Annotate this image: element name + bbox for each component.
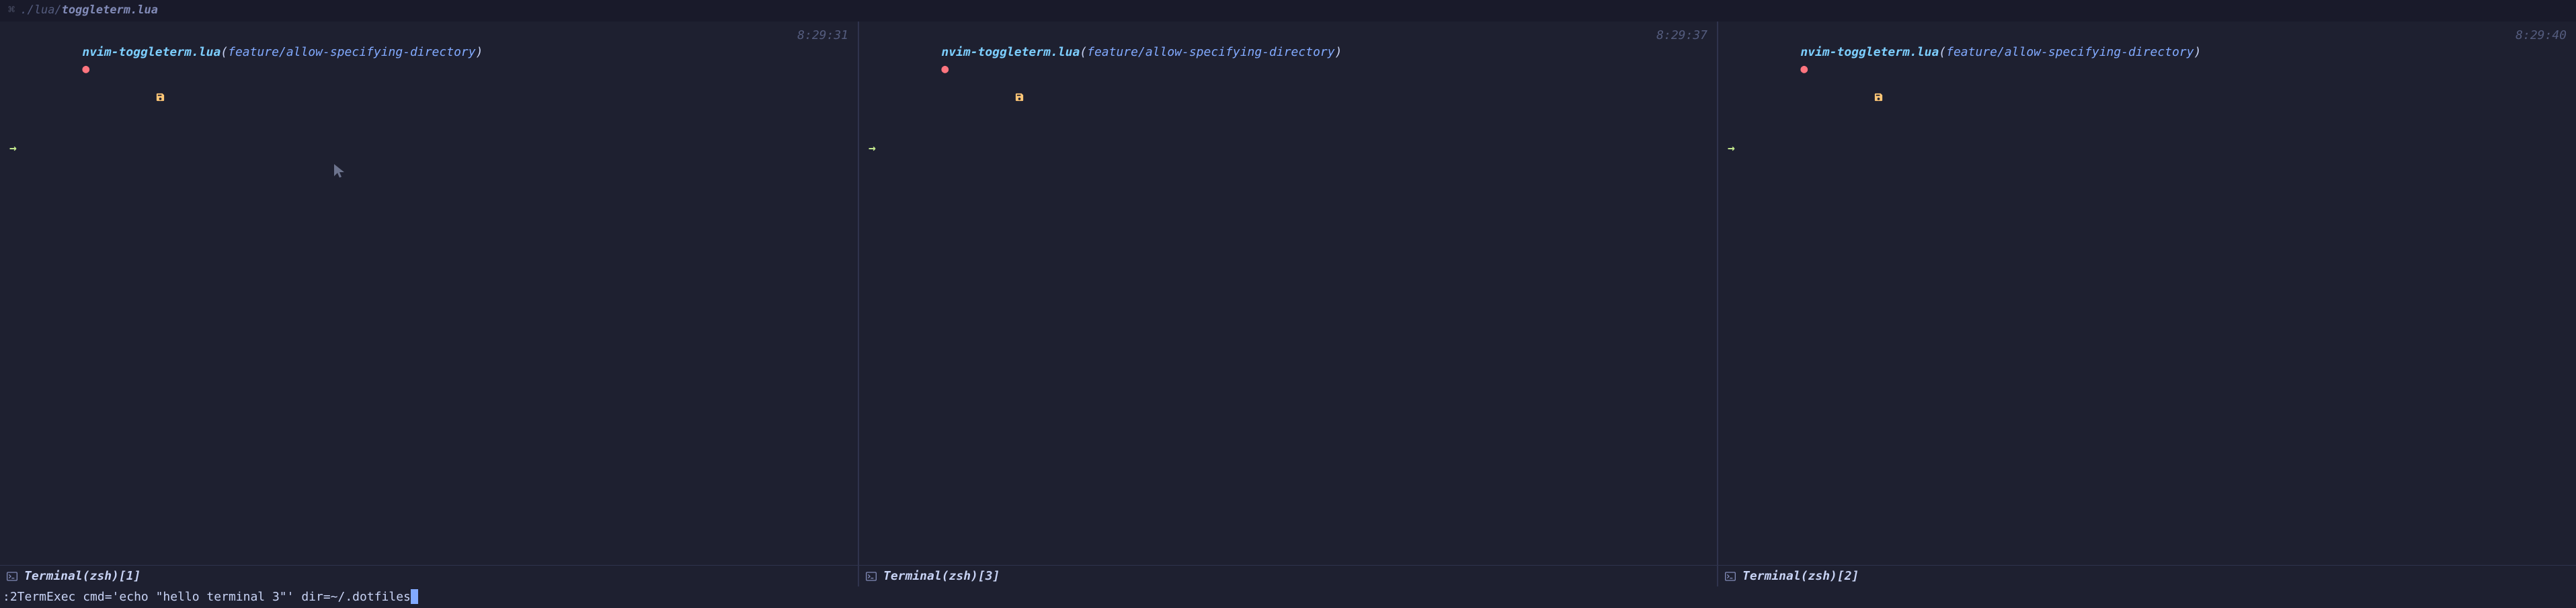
pane-content[interactable]: nvim-toggleterm.lua(feature/allow-specif… (1718, 22, 2576, 565)
pane-content[interactable]: nvim-toggleterm.lua(feature/allow-specif… (0, 22, 858, 565)
prompt-left: nvim-toggleterm.lua(feature/allow-specif… (1728, 27, 2201, 137)
apple-icon: ⌘ (8, 3, 15, 19)
prompt-left: nvim-toggleterm.lua(feature/allow-specif… (9, 27, 483, 137)
command-line-cursor (411, 589, 418, 604)
branch-name: feature/allow-specifying-directory (228, 45, 475, 59)
prompt-left: nvim-toggleterm.lua(feature/allow-specif… (869, 27, 1342, 137)
prompt-header: nvim-toggleterm.lua(feature/allow-specif… (1728, 27, 2567, 137)
terminal-pane-1[interactable]: nvim-toggleterm.lua(feature/allow-specif… (0, 22, 859, 586)
pane-status-label: Terminal(zsh)[2] (1742, 568, 1859, 584)
paren-close: ) (476, 45, 483, 59)
terminal-pane-2[interactable]: nvim-toggleterm.lua(feature/allow-specif… (859, 22, 1718, 586)
prompt-arrow-icon: → (9, 140, 848, 157)
paren-close: ) (2194, 45, 2202, 59)
repo-name: nvim-toggleterm.lua (941, 45, 1080, 59)
save-icon (941, 76, 1024, 118)
prompt-header: nvim-toggleterm.lua(feature/allow-specif… (869, 27, 1707, 137)
prompt-header: nvim-toggleterm.lua(feature/allow-specif… (9, 27, 848, 137)
title-path: ./lua/toggleterm.lua (20, 3, 158, 19)
prompt-arrow-icon: → (869, 140, 1707, 157)
pane-status-label: Terminal(zsh)[3] (883, 568, 1000, 584)
command-line[interactable]: :2TermExec cmd='echo "hello terminal 3"'… (0, 586, 2576, 608)
title-path-prefix: ./lua/ (20, 3, 61, 17)
title-filename: toggleterm.lua (62, 3, 158, 17)
paren-open: ( (1939, 45, 1946, 59)
title-bar: ⌘ ./lua/toggleterm.lua (0, 0, 2576, 22)
paren-open: ( (220, 45, 228, 59)
mouse-cursor-icon (333, 163, 346, 186)
terminal-icon (1725, 568, 1736, 584)
branch-name: feature/allow-specifying-directory (1946, 45, 2193, 59)
paren-close: ) (1335, 45, 1342, 59)
save-icon (82, 76, 165, 118)
terminal-panes: nvim-toggleterm.lua(feature/allow-specif… (0, 22, 2576, 586)
command-line-text: :2TermExec cmd='echo "hello terminal 3"'… (3, 588, 411, 605)
branch-name: feature/allow-specifying-directory (1087, 45, 1334, 59)
pane-statusline: Terminal(zsh)[2] (1718, 565, 2576, 586)
paren-open: ( (1080, 45, 1087, 59)
repo-name: nvim-toggleterm.lua (1800, 45, 1939, 59)
pane-status-label: Terminal(zsh)[1] (24, 568, 140, 584)
dirty-indicator-icon: ● (941, 62, 949, 76)
pane-content[interactable]: nvim-toggleterm.lua(feature/allow-specif… (859, 22, 1717, 565)
terminal-icon (866, 568, 877, 584)
terminal-pane-3[interactable]: nvim-toggleterm.lua(feature/allow-specif… (1718, 22, 2576, 586)
terminal-icon (7, 568, 17, 584)
dirty-indicator-icon: ● (82, 62, 89, 76)
prompt-time: 8:29:31 (789, 27, 848, 44)
prompt-time: 8:29:40 (2507, 27, 2567, 44)
prompt-arrow-icon: → (1728, 140, 2567, 157)
prompt-time: 8:29:37 (1648, 27, 1707, 44)
pane-statusline: Terminal(zsh)[3] (859, 565, 1717, 586)
save-icon (1800, 76, 1883, 118)
repo-name: nvim-toggleterm.lua (82, 45, 220, 59)
pane-statusline: Terminal(zsh)[1] (0, 565, 858, 586)
dirty-indicator-icon: ● (1800, 62, 1808, 76)
